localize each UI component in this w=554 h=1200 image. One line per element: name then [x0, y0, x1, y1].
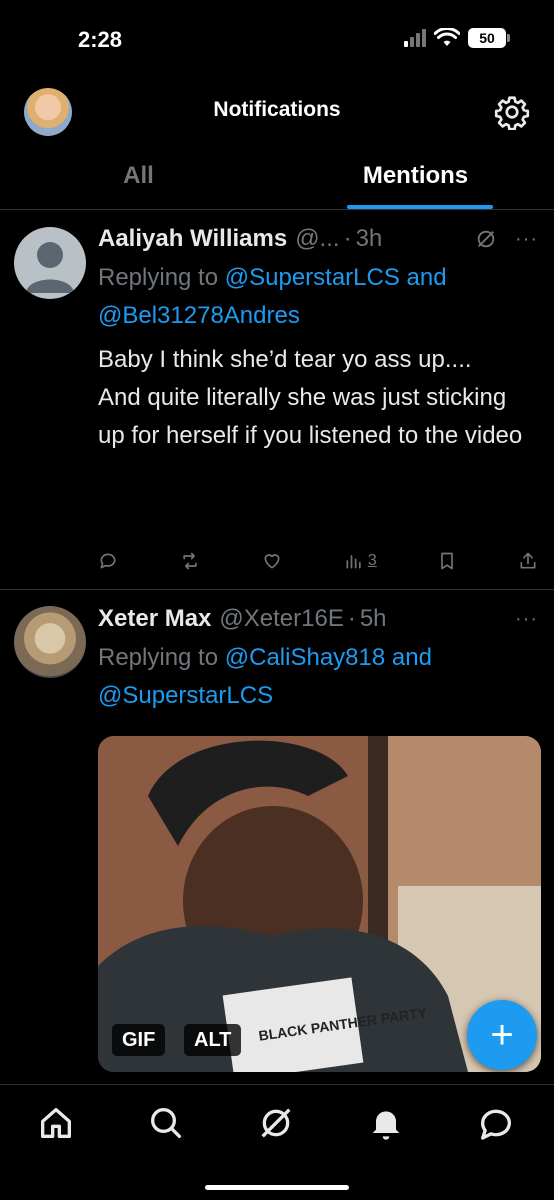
- mention-link[interactable]: @Bel31278Andres: [98, 302, 300, 329]
- post-header: Aaliyah Williams @... · 3h ···: [98, 223, 538, 255]
- post-time: 3h: [355, 225, 383, 252]
- mention-post[interactable]: Aaliyah Williams @... · 3h ··· Replying …: [0, 211, 554, 590]
- compose-post-button[interactable]: +: [467, 1000, 537, 1070]
- bottom-navigation: [0, 1084, 554, 1200]
- grok-icon[interactable]: [475, 228, 497, 250]
- tab-mentions-label: Mentions: [362, 162, 469, 189]
- mention-link[interactable]: @CaliShay818: [225, 644, 385, 671]
- replying-prefix: Replying to: [98, 644, 219, 671]
- settings-gear-icon[interactable]: [494, 94, 530, 130]
- bookmark-icon[interactable]: [437, 551, 457, 571]
- default-user-icon: [26, 242, 74, 293]
- mention-link[interactable]: @SuperstarLCS: [98, 682, 273, 709]
- post-actions: 3: [98, 551, 538, 571]
- views-count: 3: [367, 552, 377, 569]
- share-icon[interactable]: [518, 551, 538, 571]
- repost-icon[interactable]: [179, 551, 201, 571]
- status-icons: 50: [404, 28, 510, 48]
- and-word: and: [391, 644, 432, 671]
- notifications-bell-icon[interactable]: [366, 1103, 406, 1143]
- tab-all-label: All: [123, 162, 154, 189]
- author-avatar-dog[interactable]: [14, 606, 86, 678]
- tab-mentions[interactable]: Mentions: [277, 144, 554, 209]
- gif-badge: GIF: [112, 1024, 166, 1056]
- like-heart-icon[interactable]: [261, 551, 283, 571]
- author-name[interactable]: Xeter Max: [98, 605, 211, 633]
- replying-to: Replying to @SuperstarLCS and @Bel31278A…: [98, 259, 538, 335]
- views-button[interactable]: 3: [344, 551, 377, 571]
- replying-prefix: Replying to: [98, 264, 219, 291]
- more-options-icon[interactable]: ···: [515, 608, 538, 631]
- grok-icon[interactable]: [256, 1103, 296, 1143]
- tab-all[interactable]: All: [0, 144, 277, 209]
- default-avatar[interactable]: [14, 227, 86, 299]
- post-time: 5h: [359, 605, 387, 632]
- status-bar: 2:28 50: [0, 0, 554, 84]
- post-header: Xeter Max @Xeter16E · 5h ···: [98, 603, 538, 635]
- author-handle[interactable]: @...: [295, 225, 339, 253]
- cellular-signal-icon: [404, 29, 426, 47]
- wifi-icon: [434, 28, 460, 46]
- reply-icon[interactable]: [98, 551, 118, 571]
- alt-text-button[interactable]: ALT: [184, 1024, 242, 1056]
- home-indicator[interactable]: [205, 1185, 349, 1190]
- page-title: Notifications: [213, 98, 341, 121]
- top-header: Notifications: [0, 84, 554, 144]
- battery-icon: 50: [468, 28, 510, 48]
- active-tab-indicator: [347, 205, 493, 209]
- search-icon[interactable]: [146, 1103, 186, 1143]
- author-name[interactable]: Aaliyah Williams: [98, 225, 287, 253]
- home-icon[interactable]: [36, 1103, 76, 1143]
- status-time: 2:28: [78, 27, 123, 52]
- replying-to: Replying to @CaliShay818 and @SuperstarL…: [98, 639, 538, 715]
- messages-icon[interactable]: [476, 1103, 516, 1143]
- views-chart-icon: [346, 555, 361, 569]
- post-text: Baby I think she’d tear yo ass up.... An…: [98, 346, 523, 449]
- notification-tabs: All Mentions: [0, 144, 554, 210]
- author-handle[interactable]: @Xeter16E: [219, 605, 343, 633]
- mention-link[interactable]: @SuperstarLCS: [225, 264, 400, 291]
- more-options-icon[interactable]: ···: [515, 228, 538, 251]
- separator-dot: ·: [343, 225, 352, 252]
- separator-dot: ·: [347, 605, 356, 632]
- and-word: and: [406, 264, 447, 291]
